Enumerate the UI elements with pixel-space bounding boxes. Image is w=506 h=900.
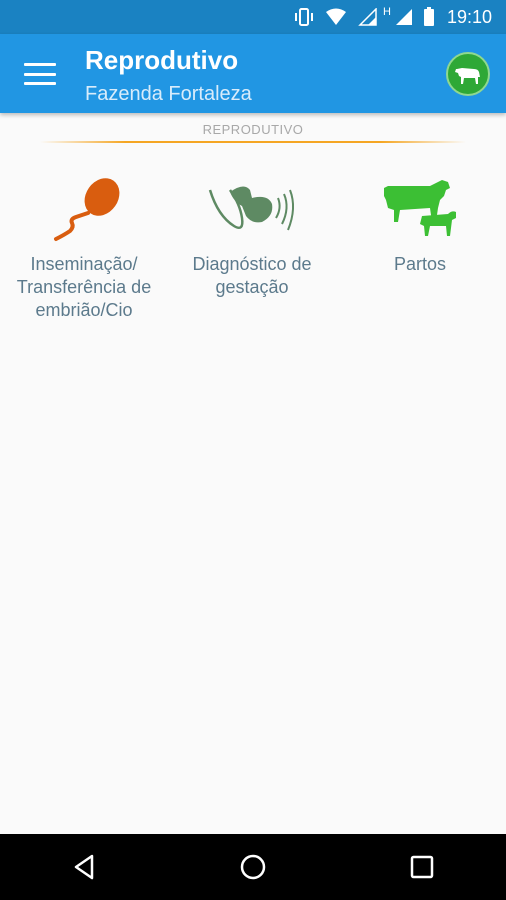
- menu-item-insemination[interactable]: Inseminação/ Transferência de embrião/Ci…: [0, 168, 168, 322]
- hamburger-menu-icon[interactable]: [22, 60, 58, 88]
- network-type-label: H: [383, 6, 391, 18]
- menu-item-label: Diagnóstico de gestação: [192, 254, 312, 297]
- page-title: Reprodutivo: [85, 45, 239, 75]
- status-bar: H 19:10: [0, 0, 506, 34]
- app-bar: Reprodutivo Fazenda Fortaleza: [0, 34, 506, 113]
- recents-icon[interactable]: [392, 837, 452, 897]
- page-subtitle: Fazenda Fortaleza: [85, 83, 252, 105]
- section-divider: [40, 141, 466, 143]
- section-header: REPRODUTIVO: [202, 122, 304, 137]
- menu-item-label: Inseminação/ Transferência de embrião/Ci…: [16, 254, 152, 320]
- menu-item-births[interactable]: Partos: [336, 168, 504, 322]
- menu-item-pregnancy-diagnosis[interactable]: Diagnóstico de gestação: [168, 168, 336, 322]
- signal-icon: [357, 8, 377, 26]
- cow-icon[interactable]: [446, 52, 490, 96]
- vibrate-icon: [293, 8, 315, 26]
- ultrasound-icon: [202, 168, 302, 248]
- cow-calf-icon: [370, 168, 470, 248]
- navigation-bar: [0, 834, 506, 900]
- back-icon[interactable]: [54, 837, 114, 897]
- sperm-icon: [34, 168, 134, 248]
- wifi-icon: [325, 8, 347, 26]
- battery-icon: [423, 7, 435, 27]
- signal-icon: [393, 8, 413, 26]
- status-time: 19:10: [446, 6, 492, 27]
- home-icon[interactable]: [223, 837, 283, 897]
- menu-grid: Inseminação/ Transferência de embrião/Ci…: [0, 168, 506, 322]
- menu-item-label: Partos: [393, 254, 447, 274]
